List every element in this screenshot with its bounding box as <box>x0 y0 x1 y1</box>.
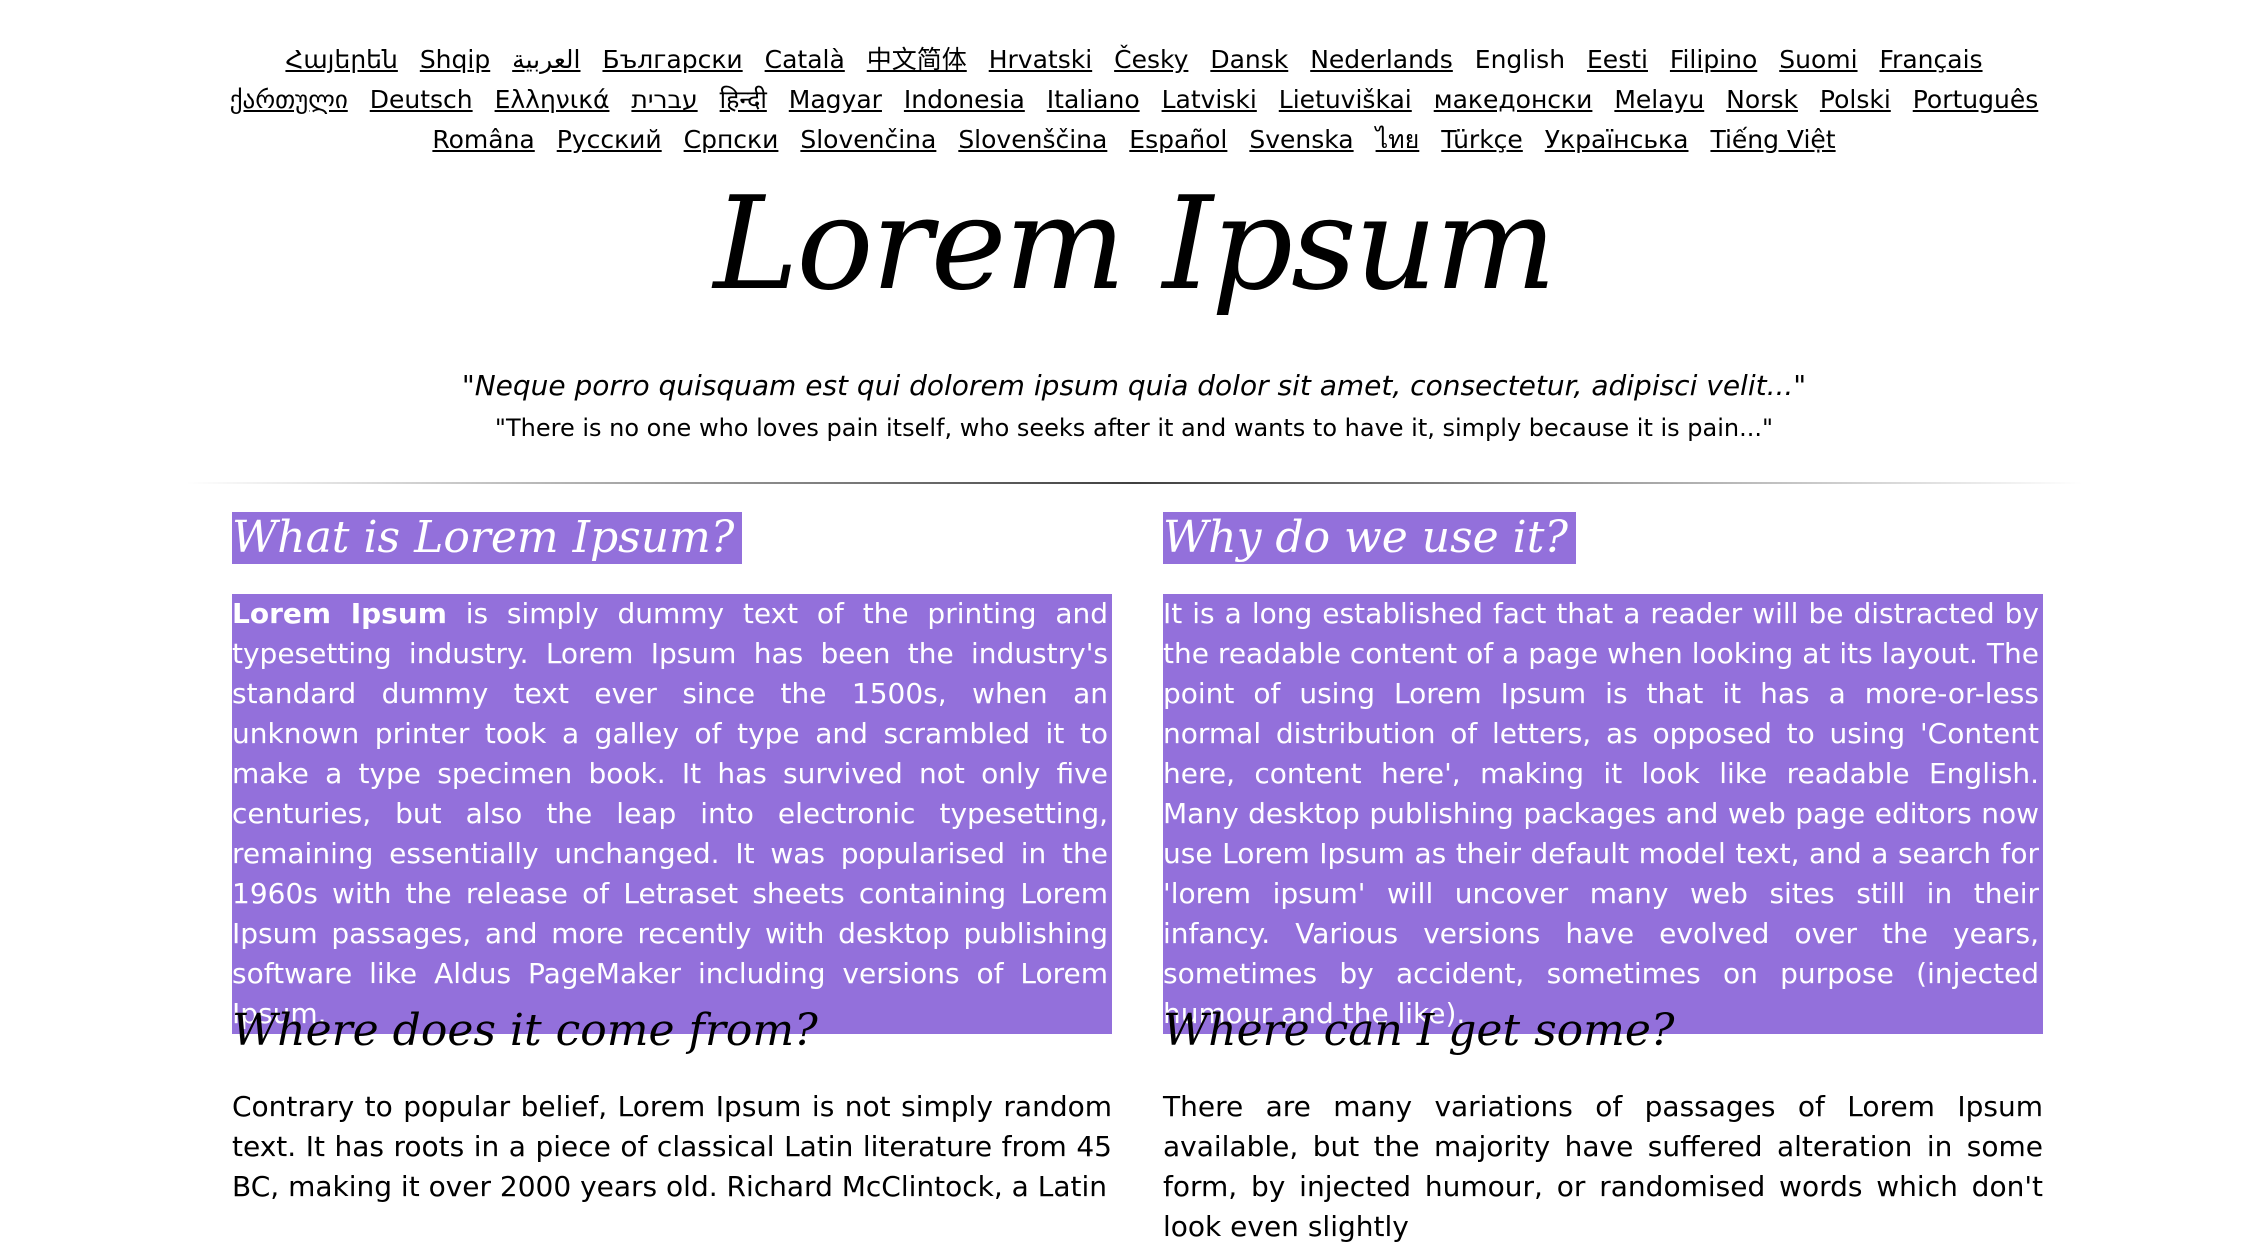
language-link-7[interactable]: Česky <box>1114 45 1188 74</box>
language-link-6[interactable]: Hrvatski <box>989 45 1092 74</box>
language-link-24[interactable]: Lietuviškai <box>1279 85 1412 114</box>
language-link-17[interactable]: Ελληνικά <box>495 85 610 114</box>
language-bar: Հայերեն Shqip العربية Български Català 中… <box>220 40 2048 160</box>
section-what-is: What is Lorem Ipsum? Lorem Ipsum is simp… <box>232 512 1112 1034</box>
language-link-39[interactable]: Українська <box>1545 125 1689 154</box>
section-heading: Where can I get some? <box>1163 1005 1675 1056</box>
language-link-34[interactable]: Slovenščina <box>958 125 1107 154</box>
language-link-30[interactable]: Româna <box>432 125 534 154</box>
language-link-11[interactable]: Eesti <box>1587 45 1648 74</box>
language-link-22[interactable]: Italiano <box>1047 85 1140 114</box>
english-quote: "There is no one who loves pain itself, … <box>494 414 1774 442</box>
language-link-1[interactable]: Shqip <box>420 45 490 74</box>
section-heading: Where does it come from? <box>232 1005 818 1056</box>
language-link-8[interactable]: Dansk <box>1210 45 1288 74</box>
language-link-5[interactable]: 中文简体 <box>867 45 967 74</box>
language-link-36[interactable]: Svenska <box>1249 125 1353 154</box>
section-heading: Why do we use it? <box>1163 512 2043 564</box>
language-link-31[interactable]: Pyccкий <box>557 125 662 154</box>
section-body: It is a long established fact that a rea… <box>1163 594 2043 1034</box>
section-body: Lorem Ipsum is simply dummy text of the … <box>232 594 1112 1034</box>
language-link-26[interactable]: Melayu <box>1614 85 1704 114</box>
bold-lead: Lorem Ipsum <box>232 597 447 630</box>
language-link-29[interactable]: Português <box>1913 85 2039 114</box>
section-why-use: Why do we use it? It is a long establish… <box>1163 512 2043 1034</box>
language-link-0[interactable]: Հայերեն <box>285 45 397 74</box>
language-link-28[interactable]: Polski <box>1820 85 1891 114</box>
language-link-23[interactable]: Latviski <box>1162 85 1257 114</box>
language-link-21[interactable]: Indonesia <box>904 85 1025 114</box>
language-link-10: English <box>1474 45 1566 74</box>
language-link-4[interactable]: Català <box>765 45 845 74</box>
language-link-27[interactable]: Norsk <box>1726 85 1798 114</box>
language-link-3[interactable]: Български <box>602 45 742 74</box>
section-body: Contrary to popular belief, Lorem Ipsum … <box>232 1090 1112 1203</box>
language-link-32[interactable]: Српски <box>684 125 779 154</box>
language-link-9[interactable]: Nederlands <box>1310 45 1453 74</box>
divider <box>185 482 2083 484</box>
language-link-37[interactable]: ไทย <box>1376 125 1420 154</box>
section-where-get: Where can I get some? There are many var… <box>1163 1005 2043 1247</box>
language-link-13[interactable]: Suomi <box>1779 45 1857 74</box>
section-heading: What is Lorem Ipsum? <box>232 512 1112 564</box>
language-link-19[interactable]: हिन्दी <box>720 85 767 114</box>
language-link-2[interactable]: العربية <box>512 45 580 74</box>
language-link-16[interactable]: Deutsch <box>370 85 473 114</box>
section-body: There are many variations of passages of… <box>1163 1090 2043 1243</box>
language-link-40[interactable]: Tiếng Việt <box>1710 125 1835 154</box>
language-link-25[interactable]: македонски <box>1434 85 1593 114</box>
language-link-12[interactable]: Filipino <box>1670 45 1757 74</box>
language-link-14[interactable]: Français <box>1880 45 1983 74</box>
language-link-15[interactable]: ქართული <box>230 85 348 114</box>
latin-quote: "Neque porro quisquam est qui dolorem ip… <box>461 369 1807 402</box>
language-link-18[interactable]: עברית <box>631 85 697 114</box>
language-link-33[interactable]: Slovenčina <box>800 125 936 154</box>
language-link-20[interactable]: Magyar <box>789 85 882 114</box>
section-where-from: Where does it come from? Contrary to pop… <box>232 1005 1112 1207</box>
language-link-38[interactable]: Türkçe <box>1441 125 1523 154</box>
page-title: Lorem Ipsum <box>713 170 1556 319</box>
language-link-35[interactable]: Español <box>1129 125 1227 154</box>
